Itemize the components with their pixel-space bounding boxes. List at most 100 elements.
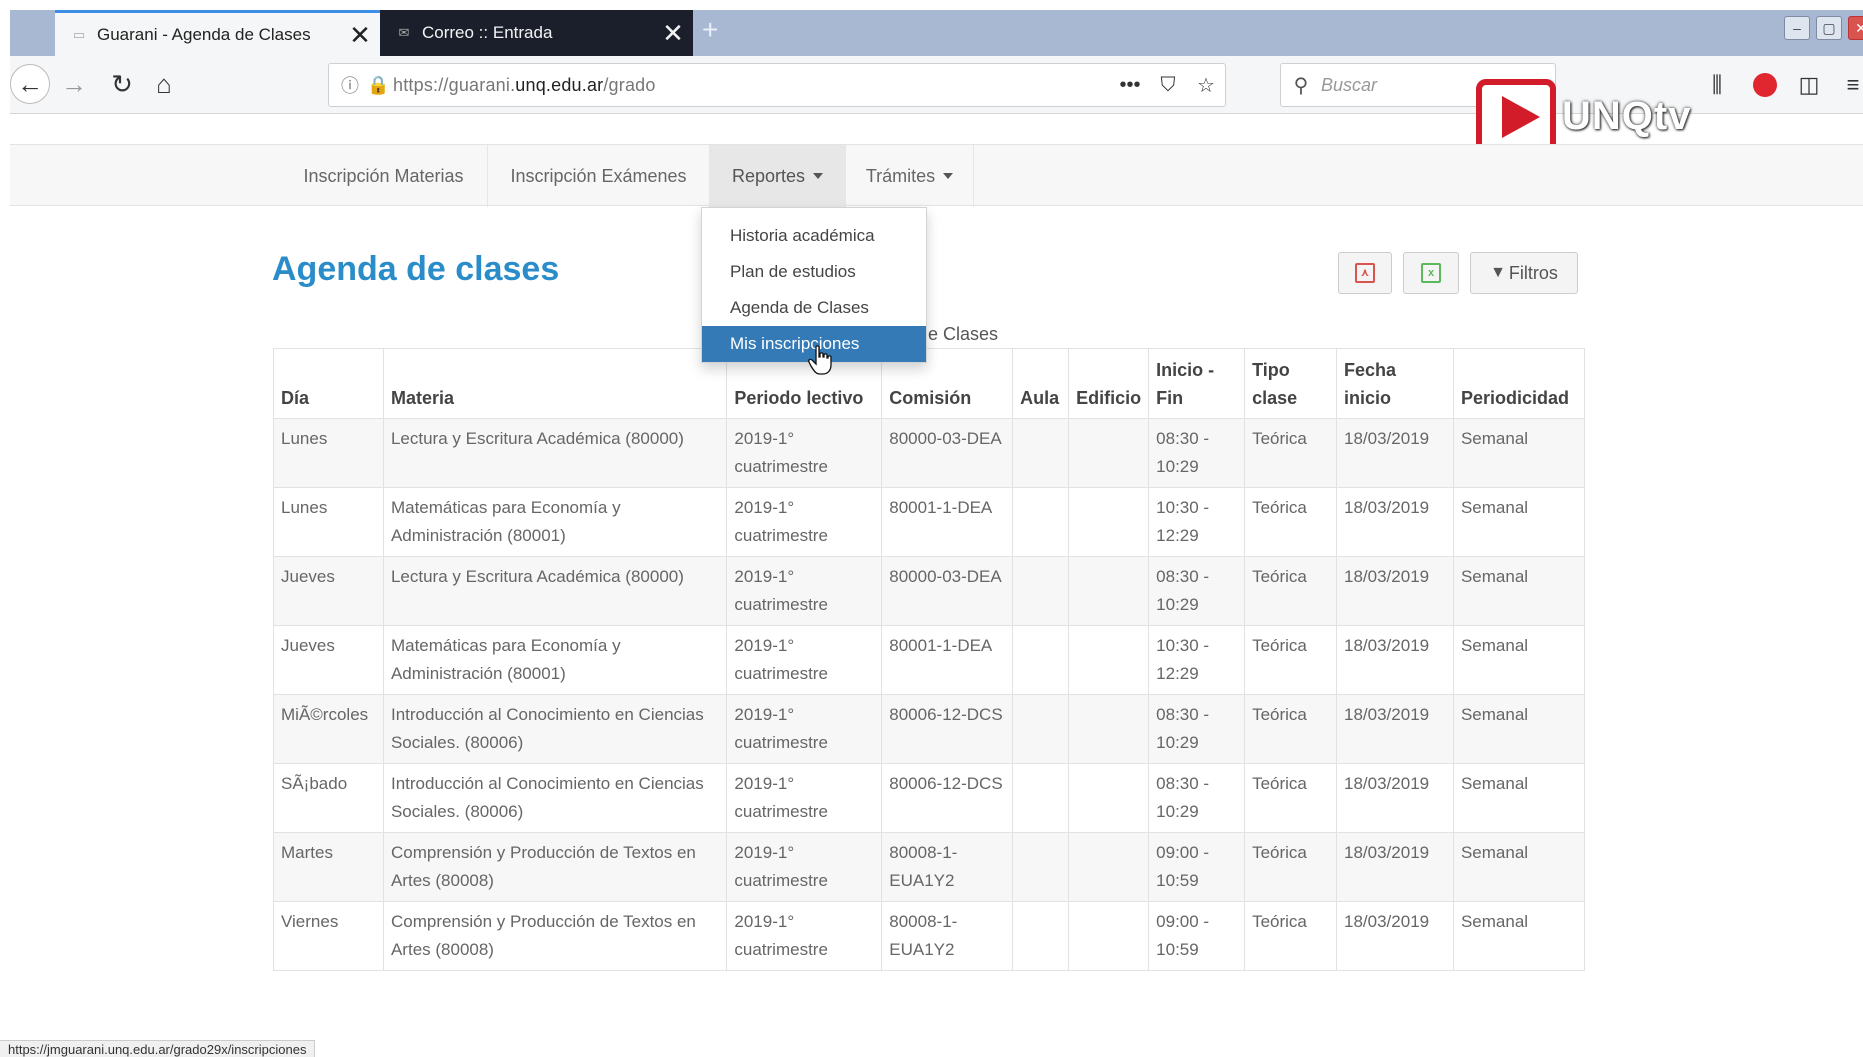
menu-item-agenda-de-clases[interactable]: Agenda de Clases	[702, 290, 926, 326]
cell-materia: Matemáticas para Economía y Administraci…	[382, 625, 728, 695]
cell-periodo-lectivo: 2019-1° cuatrimestre	[726, 556, 883, 626]
tab-title: Guarani - Agenda de Clases	[97, 24, 311, 44]
column-header-fecha-inicio: Fecha inicio	[1336, 348, 1454, 419]
cell-periodicidad: Semanal	[1452, 418, 1586, 488]
search-icon: ⚲	[1293, 74, 1309, 97]
cell-aula	[1012, 901, 1070, 971]
pocket-icon[interactable]: ⛉	[1149, 74, 1187, 97]
table-row: Jueves Lectura y Escritura Académica (800…	[273, 556, 1586, 626]
close-tab-icon[interactable]: ✕	[653, 20, 693, 46]
nav-tramites[interactable]: Trámites	[846, 145, 974, 207]
site-nav: Inscripción Materias Inscripción Exámene…	[10, 144, 1863, 207]
watermark-text: UNQtv	[1562, 93, 1692, 138]
caret-down-icon	[943, 173, 954, 179]
library-icon[interactable]: ⫼	[1700, 68, 1734, 102]
cell-fecha-inicio: 18/03/2019	[1336, 625, 1454, 695]
cell-edificio	[1068, 625, 1150, 695]
cell-aula	[1012, 556, 1070, 626]
cell-inicio-fin: 10:30 - 12:29	[1148, 487, 1246, 557]
export-pdf-button[interactable]: ⋏	[1338, 252, 1392, 294]
cell-dia: SÃ¡bado	[273, 763, 384, 833]
menu-item-historia-academica[interactable]: Historia académica	[702, 218, 926, 254]
address-bar[interactable]: ⓘ 🔒 https://guarani.unq.edu.ar/grado •••…	[328, 63, 1226, 107]
cell-comision: 80001-1-DEA	[881, 487, 1014, 557]
cell-dia: Lunes	[273, 487, 384, 557]
back-arrow-icon[interactable]: ←	[10, 64, 50, 104]
cell-materia: Comprensión y Producción de Textos en Ar…	[382, 832, 728, 902]
cell-edificio	[1068, 556, 1150, 626]
home-icon[interactable]: ⌂	[144, 64, 184, 104]
cell-aula	[1012, 763, 1070, 833]
adblock-icon[interactable]	[1748, 68, 1782, 102]
cell-dia: Jueves	[273, 625, 384, 695]
cell-periodo-lectivo: 2019-1° cuatrimestre	[726, 487, 883, 557]
cell-periodo-lectivo: 2019-1° cuatrimestre	[726, 625, 883, 695]
page-actions-icon[interactable]: •••	[1111, 74, 1149, 97]
column-header-materia: Materia	[382, 348, 728, 419]
nav-inscripcion-materias[interactable]: Inscripción Materias	[280, 145, 488, 207]
forward-arrow-icon[interactable]: →	[54, 64, 94, 104]
menu-icon[interactable]: ≡	[1836, 68, 1863, 102]
minimize-icon[interactable]: –	[1784, 16, 1810, 40]
cell-tipo-clase: Teórica	[1244, 625, 1338, 695]
status-bar-url: https://jmguarani.unq.edu.ar/grado29x/in…	[0, 1040, 316, 1057]
cell-periodo-lectivo: 2019-1° cuatrimestre	[726, 694, 883, 764]
cell-comision: 80008-1-EUA1Y2	[881, 832, 1014, 902]
column-header-dia: Día	[273, 348, 384, 419]
cell-tipo-clase: Teórica	[1244, 694, 1338, 764]
cell-fecha-inicio: 18/03/2019	[1336, 763, 1454, 833]
cell-dia: Jueves	[273, 556, 384, 626]
info-icon[interactable]: ⓘ	[341, 72, 367, 98]
cell-comision: 80000-03-DEA	[881, 418, 1014, 488]
cell-periodo-lectivo: 2019-1° cuatrimestre	[726, 418, 883, 488]
bookmark-star-icon[interactable]: ☆	[1187, 73, 1225, 98]
table-caption: de Clases	[918, 324, 999, 344]
new-tab-button[interactable]: +	[702, 14, 718, 46]
cell-comision: 80006-12-DCS	[881, 694, 1014, 764]
page-title: Agenda de clases	[272, 250, 560, 288]
column-header-tipo-clase: Tipo clase	[1244, 348, 1338, 419]
cell-inicio-fin: 08:30 - 10:29	[1148, 763, 1246, 833]
url-text: https://guarani.unq.edu.ar/grado	[393, 74, 656, 95]
cell-materia: Lectura y Escritura Académica (80000)	[382, 556, 728, 626]
cell-materia: Comprensión y Producción de Textos en Ar…	[382, 901, 728, 971]
reload-icon[interactable]: ↻	[102, 64, 142, 104]
cell-fecha-inicio: 18/03/2019	[1336, 556, 1454, 626]
close-window-icon[interactable]: ✕	[1848, 16, 1863, 40]
cell-periodo-lectivo: 2019-1° cuatrimestre	[726, 763, 883, 833]
mail-icon: ✉	[398, 25, 410, 40]
close-tab-icon[interactable]: ✕	[340, 22, 380, 48]
cell-periodo-lectivo: 2019-1° cuatrimestre	[726, 832, 883, 902]
schedule-table: Día Materia Periodo lectivo Comisión Aula Edi…	[273, 348, 1586, 971]
nav-reportes[interactable]: Reportes	[710, 145, 846, 207]
cell-periodicidad: Semanal	[1452, 694, 1586, 764]
filters-button[interactable]: ▼ Filtros	[1470, 252, 1578, 294]
cell-tipo-clase: Teórica	[1244, 487, 1338, 557]
hand-cursor-icon	[808, 345, 832, 375]
cell-dia: MiÃ©rcoles	[273, 694, 384, 764]
export-excel-button[interactable]: x	[1403, 252, 1459, 294]
play-logo-icon	[1476, 79, 1556, 153]
cell-inicio-fin: 09:00 - 10:59	[1148, 832, 1246, 902]
menu-item-plan-de-estudios[interactable]: Plan de estudios	[702, 254, 926, 290]
filter-icon: ▼	[1490, 264, 1506, 281]
cell-fecha-inicio: 18/03/2019	[1336, 832, 1454, 902]
cell-tipo-clase: Teórica	[1244, 901, 1338, 971]
nav-inscripcion-examenes[interactable]: Inscripción Exámenes	[488, 145, 710, 207]
column-header-periodicidad: Periodicidad	[1452, 348, 1586, 419]
cell-tipo-clase: Teórica	[1244, 556, 1338, 626]
cell-inicio-fin: 09:00 - 10:59	[1148, 901, 1246, 971]
cell-edificio	[1068, 763, 1150, 833]
table-row: Lunes Matemáticas para Economía y Adminis…	[273, 487, 1586, 557]
table-row: MiÃ©rcoles Introducción al Conocimiento e…	[273, 694, 1586, 764]
maximize-icon[interactable]: ▢	[1816, 16, 1842, 40]
cell-edificio	[1068, 901, 1150, 971]
cell-comision: 80000-03-DEA	[881, 556, 1014, 626]
cell-materia: Introducción al Conocimiento en Ciencias…	[382, 763, 728, 833]
tab-correo[interactable]: ✉ Correo :: Entrada ✕	[380, 10, 693, 56]
tab-guarani[interactable]: ▭ Guarani - Agenda de Clases ✕	[55, 10, 380, 56]
cell-periodicidad: Semanal	[1452, 487, 1586, 557]
sidebar-icon[interactable]: ◫	[1792, 68, 1826, 102]
cell-tipo-clase: Teórica	[1244, 418, 1338, 488]
cell-fecha-inicio: 18/03/2019	[1336, 694, 1454, 764]
